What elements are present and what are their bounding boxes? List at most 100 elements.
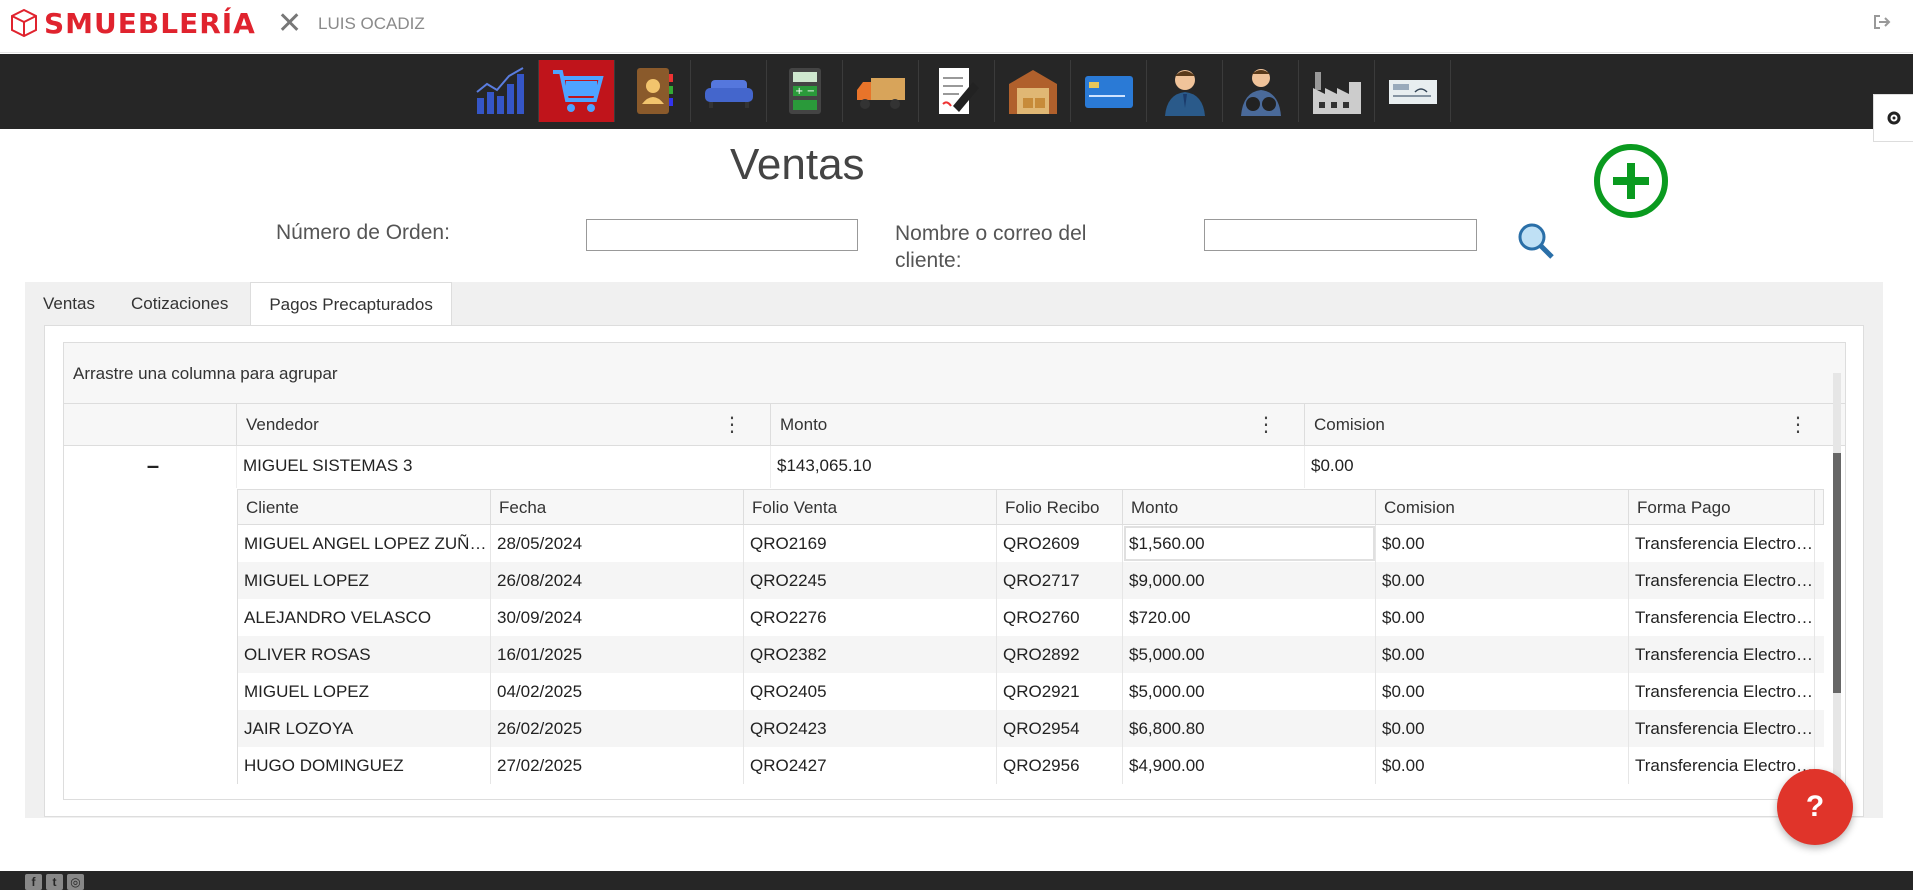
cell-monto: $5,000.00 [1123, 636, 1376, 673]
table-row[interactable]: JAIR LOZOYA 26/02/2025 QRO2423 QRO2954 $6,80… [237, 710, 1824, 747]
table-row[interactable]: MIGUEL LOPEZ 04/02/2025 QRO2405 QRO2921 $5,0… [237, 673, 1824, 710]
column-menu-icon[interactable]: ⋮ [1788, 404, 1808, 446]
footer: f t ◎ [0, 871, 1913, 890]
cell-forma-pago: Transferencia Electronica [1629, 710, 1815, 747]
nav-contacts[interactable] [615, 60, 691, 122]
brand-logo[interactable]: SMUEBLERÍA [10, 7, 256, 40]
detail-grid: Cliente Fecha Folio Venta Folio Recibo M… [237, 489, 1824, 784]
nav-employees[interactable] [1147, 60, 1223, 122]
master-row[interactable]: – MIGUEL SISTEMAS 3 $143,065.10 $0.00 [64, 446, 1845, 488]
nav-documents[interactable] [919, 60, 995, 122]
tab-pagos-precapturados[interactable]: Pagos Precapturados [250, 282, 452, 326]
cell-folio-recibo: QRO2717 [997, 562, 1123, 599]
cell-monto: $143,065.10 [770, 446, 1304, 488]
grid-scrollbar[interactable] [1833, 373, 1841, 799]
settings-gear-icon[interactable] [1873, 94, 1913, 142]
collapse-icon[interactable]: – [64, 446, 236, 488]
column-header-label: Vendedor [246, 415, 319, 434]
cell-folio-recibo: QRO2892 [997, 636, 1123, 673]
main-navbar: + − [0, 54, 1913, 129]
client-search-label: Nombre o correo del cliente: [895, 222, 1087, 272]
table-row[interactable]: OLIVER ROSAS 16/01/2025 QRO2382 QRO2892 $5,0… [237, 636, 1824, 673]
sofa-icon [704, 80, 753, 108]
cell-folio-recibo: QRO2954 [997, 710, 1123, 747]
calculator-icon: + − [788, 68, 821, 114]
facebook-icon[interactable]: f [25, 874, 42, 890]
nav-calculator[interactable]: + − [767, 60, 843, 122]
cell-folio-recibo: QRO2609 [997, 525, 1123, 562]
instagram-icon[interactable]: ◎ [67, 874, 84, 890]
grid-scrollbar-thumb[interactable] [1833, 453, 1841, 693]
table-row[interactable]: MIGUEL ANGEL LOPEZ ZUÑIGA 28/05/2024 QRO21… [237, 525, 1824, 562]
nav-warehouse[interactable] [995, 60, 1071, 122]
column-header-comision[interactable]: Comision ⋮ [1304, 404, 1836, 446]
nav-checks[interactable] [1375, 60, 1451, 122]
column-header-vendedor[interactable]: Vendedor ⋮ [236, 404, 770, 446]
nav-supervision[interactable] [1223, 60, 1299, 122]
payments-grid: Arrastre una columna para agrupar Vended… [63, 342, 1846, 800]
cell-comision: $0.00 [1376, 636, 1629, 673]
search-button[interactable] [1516, 221, 1556, 261]
table-row[interactable]: ALEJANDRO VELASCO 30/09/2024 QRO2276 QRO276… [237, 599, 1824, 636]
bar-chart-icon [475, 67, 524, 114]
detail-header-cliente[interactable]: Cliente [238, 490, 491, 525]
cell-folio-recibo: QRO2921 [997, 673, 1123, 710]
nav-delivery[interactable] [843, 60, 919, 122]
nav-factory[interactable] [1299, 60, 1375, 122]
nav-payments[interactable] [1071, 60, 1147, 122]
cell-monto: $4,900.00 [1123, 747, 1376, 784]
twitter-icon[interactable]: t [46, 874, 63, 890]
column-header-monto[interactable]: Monto ⋮ [770, 404, 1304, 446]
cell-cliente: MIGUEL LOPEZ [238, 673, 491, 710]
order-number-label: Número de Orden: [276, 221, 450, 244]
order-number-input[interactable] [586, 219, 858, 251]
nav-reports[interactable] [463, 60, 539, 122]
cell-vendedor: MIGUEL SISTEMAS 3 [236, 446, 770, 488]
cell-comision: $0.00 [1376, 525, 1629, 562]
tab-cotizaciones[interactable]: Cotizaciones [113, 282, 246, 326]
cell-monto: $720.00 [1123, 599, 1376, 636]
column-menu-icon[interactable]: ⋮ [722, 404, 742, 446]
document-pen-icon [938, 68, 979, 114]
column-header-label: Monto [780, 415, 828, 434]
add-sale-button[interactable] [1593, 143, 1669, 219]
group-drop-area[interactable]: Arrastre una columna para agrupar [64, 343, 1845, 404]
cell-monto: $5,000.00 [1123, 673, 1376, 710]
client-search-input[interactable] [1204, 219, 1477, 251]
cell-folio-venta: QRO2382 [744, 636, 997, 673]
close-icon[interactable]: ✕ [277, 6, 302, 41]
tab-ventas[interactable]: Ventas [25, 282, 113, 326]
brand-cube-icon [11, 8, 37, 38]
nav-furniture[interactable] [691, 60, 767, 122]
cell-comision: $0.00 [1376, 710, 1629, 747]
table-row[interactable]: MIGUEL LOPEZ 26/08/2024 QRO2245 QRO2717 $9,0… [237, 562, 1824, 599]
detail-header-fecha[interactable]: Fecha [491, 490, 744, 525]
detail-header-folio-recibo[interactable]: Folio Recibo [997, 490, 1123, 525]
cell-folio-venta: QRO2245 [744, 562, 997, 599]
expand-column-header [64, 404, 236, 445]
factory-icon [1312, 72, 1361, 114]
master-header-row: Vendedor ⋮ Monto ⋮ Comision ⋮ [64, 404, 1845, 446]
cell-forma-pago: Transferencia Electronica [1629, 673, 1815, 710]
magnifier-icon [1518, 223, 1554, 259]
cell-forma-pago: Transferencia Electronica [1629, 747, 1815, 784]
cell-fecha: 27/02/2025 [491, 747, 744, 784]
cell-cliente: MIGUEL LOPEZ [238, 562, 491, 599]
cell-comision: $0.00 [1376, 673, 1629, 710]
detail-header-forma-pago[interactable]: Forma Pago [1629, 490, 1815, 525]
cell-fecha: 26/08/2024 [491, 562, 744, 599]
column-menu-icon[interactable]: ⋮ [1256, 404, 1276, 446]
warehouse-icon [1008, 70, 1057, 114]
detail-header-folio-venta[interactable]: Folio Venta [744, 490, 997, 525]
table-row[interactable]: HUGO DOMINGUEZ 27/02/2025 QRO2427 QRO2956 $4… [237, 747, 1824, 784]
nav-sales[interactable] [539, 60, 615, 122]
detail-rows: MIGUEL ANGEL LOPEZ ZUÑIGA 28/05/2024 QRO21… [237, 525, 1824, 784]
sign-out-icon[interactable] [1873, 14, 1891, 35]
detail-header-comision[interactable]: Comision [1376, 490, 1629, 525]
page-title: Ventas [730, 140, 865, 189]
cell-folio-venta: QRO2276 [744, 599, 997, 636]
detail-header-monto[interactable]: Monto [1123, 490, 1376, 525]
cell-fecha: 04/02/2025 [491, 673, 744, 710]
shopping-cart-icon [552, 70, 604, 112]
help-button[interactable]: ? [1777, 769, 1853, 845]
